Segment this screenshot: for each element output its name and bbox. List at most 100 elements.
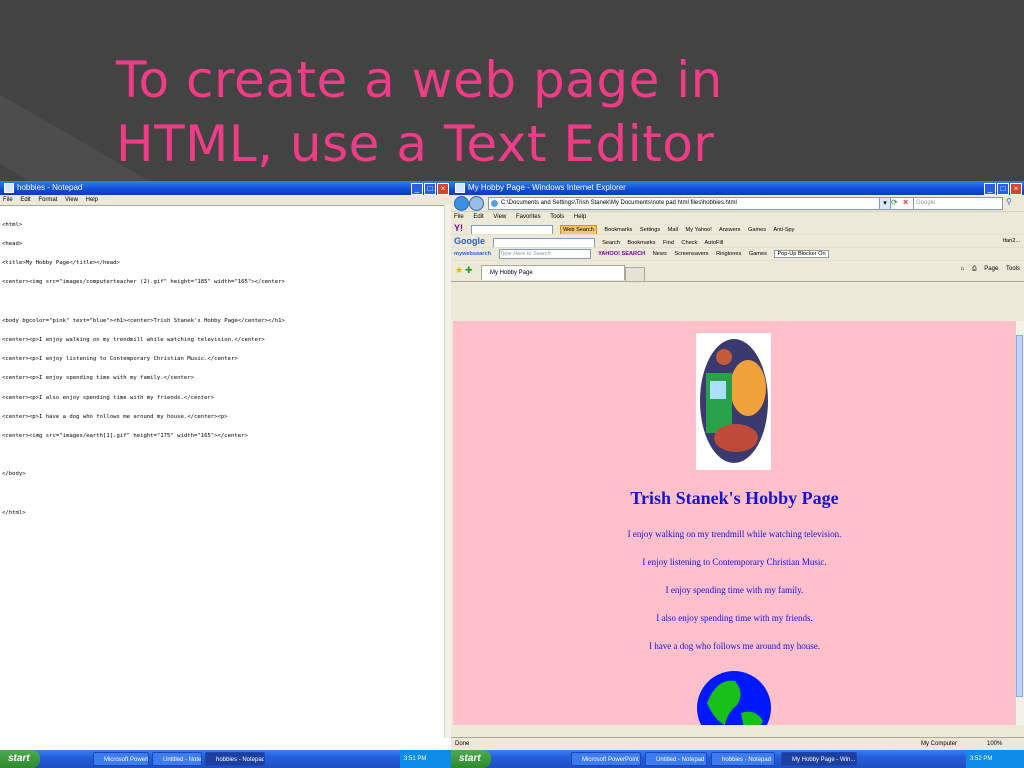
ie-status-bar: Done My Computer 100%: [451, 737, 1024, 750]
back-button[interactable]: [454, 196, 469, 211]
ie-menu-file[interactable]: File: [454, 214, 464, 220]
menu-view[interactable]: View: [65, 197, 78, 203]
address-bar-row: C:\Documents and Settings\Trish Stanek\M…: [451, 195, 1024, 212]
taskbar-right: start Microsoft PowerPoint ... Untitled …: [451, 750, 1024, 768]
mywebsearch-input[interactable]: Type Here to Search: [498, 248, 591, 259]
notepad-scrollbar[interactable]: [444, 205, 451, 738]
popup-blocker-button[interactable]: Pop-Up Blocker On: [774, 250, 829, 258]
minimize-icon[interactable]: _: [984, 183, 996, 195]
page-paragraph: I have a dog who follows me around my ho…: [649, 641, 820, 651]
code-line: <center><p>I enjoy spending time with my…: [2, 375, 194, 382]
menu-help[interactable]: Help: [86, 197, 98, 203]
minimize-icon[interactable]: _: [411, 183, 423, 195]
clock: 3:52 PM: [970, 756, 993, 762]
mws-news[interactable]: News: [653, 251, 667, 257]
task-my-hobby-page[interactable]: My Hobby Page - Win...: [781, 752, 857, 766]
start-button[interactable]: start: [0, 750, 40, 768]
task-untitled-notepad[interactable]: Untitled - Notepad: [152, 752, 202, 766]
system-tray: 3:52 PM: [966, 750, 1024, 768]
ie-menu-tools[interactable]: Tools: [550, 214, 564, 220]
code-line: <body bgcolor="pink" text="blue"><h1><ce…: [2, 317, 285, 324]
forward-button[interactable]: [469, 196, 484, 211]
print-icon[interactable]: ⎙: [972, 266, 977, 272]
ie-menu-edit[interactable]: Edit: [473, 214, 483, 220]
ie-icon: [455, 182, 465, 193]
favorites-star-icon[interactable]: ★: [455, 265, 463, 276]
address-dropdown-icon[interactable]: ▾: [879, 197, 891, 210]
yahoo-search-logo: YAHOO! SEARCH: [598, 251, 646, 257]
new-tab-button[interactable]: [625, 267, 645, 282]
taskbar-left: start Microsoft PowerPoint ... Untitled …: [0, 750, 451, 768]
code-line: </html>: [2, 509, 26, 516]
search-input[interactable]: Google: [913, 197, 1003, 210]
yahoo-mail[interactable]: Mail: [668, 227, 678, 233]
maximize-icon[interactable]: □: [424, 183, 436, 195]
status-zoom[interactable]: 100%: [987, 738, 1002, 750]
task-powerpoint[interactable]: Microsoft PowerPoint ...: [571, 752, 641, 766]
scrollbar-thumb[interactable]: [1016, 335, 1023, 697]
google-find[interactable]: Find: [663, 240, 674, 246]
clock: 3:51 PM: [404, 756, 427, 762]
close-icon[interactable]: ×: [1010, 183, 1022, 195]
task-hobbies-notepad[interactable]: hobbies - Notepad: [711, 752, 775, 766]
yahoo-settings[interactable]: Settings: [640, 227, 660, 233]
address-input[interactable]: C:\Documents and Settings\Trish Stanek\M…: [488, 197, 922, 210]
page-paragraph: I also enjoy spending time with my frien…: [656, 613, 813, 623]
ie-menu-favorites[interactable]: Favorites: [516, 214, 541, 220]
yahoo-bookmarks[interactable]: Bookmarks: [604, 227, 632, 233]
google-autofill[interactable]: AutoFill: [705, 240, 724, 246]
stop-icon[interactable]: ×: [903, 197, 908, 207]
code-line: <center><p>I enjoy listening to Contempo…: [2, 356, 238, 363]
ie-menu-view[interactable]: View: [493, 214, 506, 220]
ie-menu-help[interactable]: Help: [574, 214, 586, 220]
yahoo-my-yahoo[interactable]: My Yahoo!: [686, 227, 712, 233]
task-untitled-notepad[interactable]: Untitled - Notepad: [645, 752, 707, 766]
google-toolbar: Google Search Bookmarks Find Check AutoF…: [451, 235, 1024, 248]
google-search-input[interactable]: [492, 237, 595, 247]
ie-titlebar[interactable]: My Hobby Page - Windows Internet Explore…: [451, 181, 1024, 195]
task-powerpoint[interactable]: Microsoft PowerPoint ...: [93, 752, 149, 766]
task-hobbies-notepad[interactable]: hobbies - Notepad: [205, 752, 265, 766]
menu-format[interactable]: Format: [38, 197, 57, 203]
add-favorite-icon[interactable]: ✚: [465, 265, 473, 276]
yahoo-search-input[interactable]: [470, 224, 553, 234]
page-paragraph: I enjoy spending time with my family.: [665, 585, 804, 595]
web-search-button[interactable]: Web Search: [560, 225, 597, 234]
page-paragraph: I enjoy listening to Contemporary Christ…: [642, 557, 827, 567]
maximize-icon[interactable]: □: [997, 183, 1009, 195]
tools-menu[interactable]: Tools: [1006, 266, 1020, 272]
page-menu[interactable]: Page: [984, 266, 998, 272]
refresh-icon[interactable]: ⟳: [891, 198, 898, 207]
home-icon[interactable]: ⌂: [961, 266, 965, 272]
code-line: </body>: [2, 471, 26, 478]
yahoo-logo: Y!: [454, 223, 463, 233]
yahoo-anti-spy[interactable]: Anti-Spy: [773, 227, 794, 233]
notepad-menubar: File Edit Format View Help: [0, 195, 451, 205]
google-user[interactable]: tfan2...: [1003, 235, 1020, 247]
notepad-title: hobbies - Notepad: [17, 183, 83, 192]
page-paragraph: I enjoy walking on my trendmill while wa…: [627, 529, 842, 539]
google-check[interactable]: Check: [681, 240, 697, 246]
system-tray: 3:51 PM: [400, 750, 451, 768]
tab-my-hobby-page[interactable]: My Hobby Page: [481, 265, 625, 280]
menu-file[interactable]: File: [3, 197, 13, 203]
status-text: Done: [455, 741, 470, 747]
start-button[interactable]: start: [451, 750, 491, 768]
mws-ringtones[interactable]: Ringtones: [716, 251, 741, 257]
mws-screensavers[interactable]: Screensavers: [674, 251, 708, 257]
notepad-text-area[interactable]: <html> <head> <title>My Hobby Page</titl…: [0, 205, 451, 742]
close-icon[interactable]: ×: [437, 183, 449, 195]
google-search-button[interactable]: Search: [602, 240, 620, 246]
status-zone: My Computer: [921, 741, 958, 747]
code-line: <center><p>I have a dog who follows me a…: [2, 413, 228, 420]
yahoo-answers[interactable]: Answers: [719, 227, 740, 233]
page-heading: Trish Stanek's Hobby Page: [630, 488, 839, 508]
menu-edit[interactable]: Edit: [20, 197, 30, 203]
notepad-titlebar[interactable]: hobbies - Notepad _ □ ×: [0, 181, 451, 195]
google-bookmarks[interactable]: Bookmarks: [627, 240, 655, 246]
search-icon[interactable]: ⚲: [1006, 197, 1012, 206]
mws-games[interactable]: Games: [749, 251, 767, 257]
computer-teacher-image: [696, 333, 771, 470]
yahoo-games[interactable]: Games: [748, 227, 766, 233]
